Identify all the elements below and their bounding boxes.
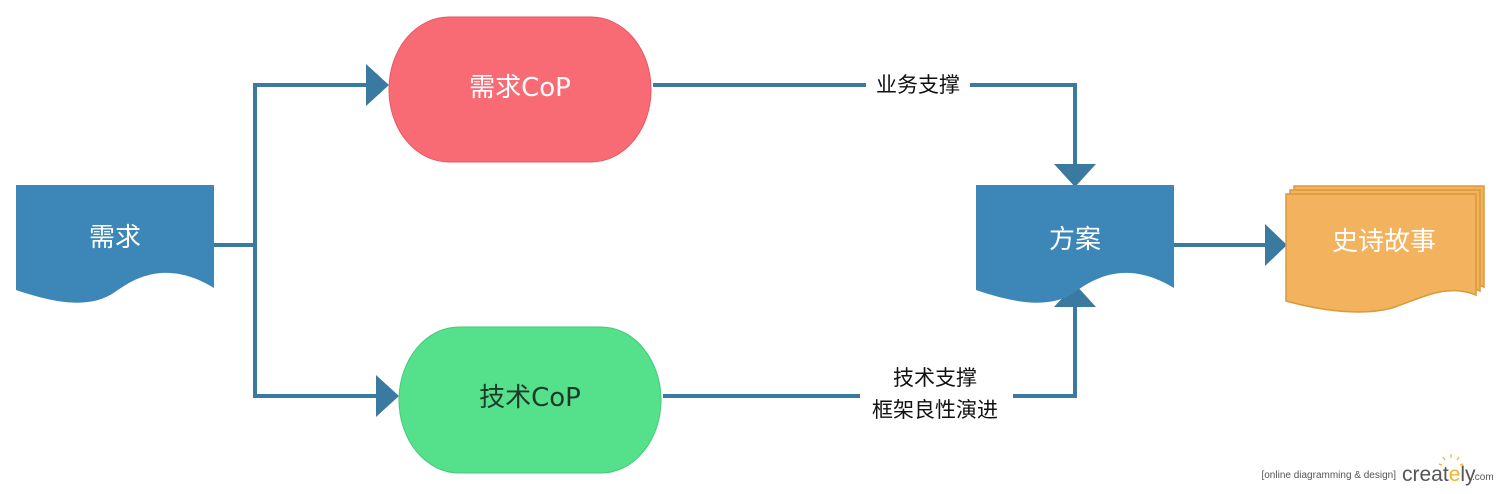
connector-tech-cop-to-solution xyxy=(663,305,1077,398)
arrowhead-to-demand-cop xyxy=(366,64,389,106)
node-demand-cop: 需求CoP xyxy=(388,16,652,163)
node-epic: 史诗故事 xyxy=(1285,185,1485,313)
watermark-brand: creately xyxy=(1402,463,1476,486)
edge-label-tech-support: 技术支撑 xyxy=(893,366,977,390)
arrowhead-to-epic xyxy=(1265,224,1287,266)
node-solution: 方案 xyxy=(976,185,1174,303)
node-tech-cop: 技术CoP xyxy=(398,326,662,474)
diagram-canvas: 业务支撑 技术支撑 框架良性演进 需求 需求CoP 技术CoP 方案 史诗故事 … xyxy=(0,0,1500,490)
creately-watermark: [online diagramming & design] creately .… xyxy=(1261,454,1494,486)
connector-demand-cop-to-solution xyxy=(653,83,1077,168)
arrowhead-to-tech-cop xyxy=(376,375,399,417)
node-label-demand-cop: 需求CoP xyxy=(469,73,571,103)
connector-demand-branch xyxy=(214,83,380,398)
node-label-tech-cop: 技术CoP xyxy=(479,383,581,413)
edge-label-business-support: 业务支撑 xyxy=(876,73,960,97)
arrowhead-to-solution-top xyxy=(1054,164,1096,187)
node-label-solution: 方案 xyxy=(1049,225,1101,255)
node-demand: 需求 xyxy=(16,185,214,303)
edge-label-framework-evolution: 框架良性演进 xyxy=(872,398,998,422)
watermark-domain: .com xyxy=(1472,472,1494,483)
node-label-demand: 需求 xyxy=(89,223,141,253)
watermark-tagline: [online diagramming & design] xyxy=(1261,470,1396,481)
brand-part-1: creat xyxy=(1402,463,1449,486)
brand-e-glyph: e xyxy=(1449,463,1461,486)
node-label-epic: 史诗故事 xyxy=(1332,227,1436,257)
